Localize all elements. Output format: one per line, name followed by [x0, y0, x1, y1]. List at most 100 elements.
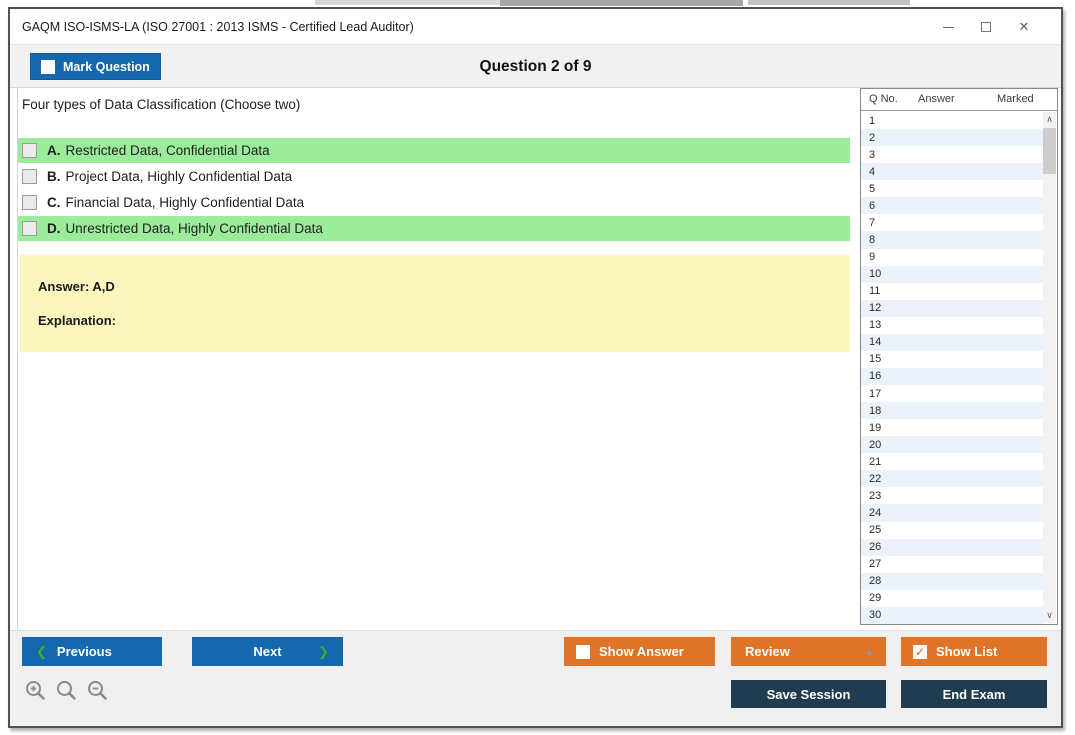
triangle-up-icon: ▲ [865, 646, 874, 657]
background-window-edge [500, 0, 743, 6]
option-checkbox[interactable] [22, 143, 37, 158]
question-list-row[interactable]: 18 [861, 402, 1043, 420]
option-a[interactable]: A. Restricted Data, Confidential Data [18, 138, 850, 163]
maximize-button[interactable] [967, 9, 1005, 45]
show-answer-checkbox[interactable] [576, 644, 590, 659]
review-label: Review [745, 644, 790, 659]
question-number: 30 [869, 609, 882, 622]
zoom-reset-icon[interactable] [55, 679, 79, 703]
footer-bar: ❮ Previous Next ❯ Show Answer Review ▲ ✓… [10, 630, 1061, 726]
question-list-row[interactable]: 22 [861, 470, 1043, 488]
zoom-in-icon[interactable] [24, 679, 48, 703]
next-button[interactable]: Next ❯ [192, 637, 343, 666]
question-list-row[interactable]: 28 [861, 572, 1043, 590]
scroll-thumb[interactable] [1043, 128, 1056, 174]
background-window-edge [748, 0, 910, 5]
question-number: 18 [869, 404, 882, 417]
question-number: 13 [869, 319, 882, 332]
zoom-controls [24, 679, 110, 703]
question-list-row[interactable]: 7 [861, 214, 1043, 232]
check-icon: ✓ [914, 644, 926, 659]
question-list-row[interactable]: 6 [861, 197, 1043, 215]
question-list-row[interactable]: 14 [861, 333, 1043, 351]
question-list-row[interactable]: 5 [861, 180, 1043, 198]
option-d[interactable]: D. Unrestricted Data, Highly Confidential… [18, 216, 850, 241]
question-number: 27 [869, 558, 882, 571]
question-list-row[interactable]: 4 [861, 163, 1043, 181]
question-list-row[interactable]: 13 [861, 316, 1043, 334]
column-answer: Answer [918, 93, 955, 105]
show-answer-button[interactable]: Show Answer [564, 637, 715, 666]
question-list-row[interactable]: 10 [861, 265, 1043, 283]
window-title: GAQM ISO-ISMS-LA (ISO 27001 : 2013 ISMS … [22, 20, 414, 34]
question-number: 8 [869, 233, 876, 246]
question-list-row[interactable]: 20 [861, 436, 1043, 454]
option-text: Project Data, Highly Confidential Data [65, 169, 293, 184]
question-list-row[interactable]: 30 [861, 606, 1043, 624]
column-marked: Marked [997, 93, 1034, 105]
minimize-button[interactable] [929, 9, 967, 45]
mark-question-button[interactable]: Mark Question [30, 53, 161, 80]
maximize-icon [981, 22, 991, 32]
option-checkbox[interactable] [22, 195, 37, 210]
review-button[interactable]: Review ▲ [731, 637, 886, 666]
question-list-row[interactable]: 12 [861, 299, 1043, 317]
option-letter: A. [47, 143, 61, 158]
show-list-checkbox[interactable]: ✓ [913, 644, 927, 659]
question-list-row[interactable]: 16 [861, 367, 1043, 385]
show-list-button[interactable]: ✓ Show List [901, 637, 1047, 666]
scroll-up-icon[interactable]: ∧ [1043, 112, 1056, 127]
question-list-row[interactable]: 8 [861, 231, 1043, 249]
question-list-header: Q No. Answer Marked [861, 89, 1057, 111]
app-window: GAQM ISO-ISMS-LA (ISO 27001 : 2013 ISMS … [8, 7, 1063, 728]
question-list-row[interactable]: 27 [861, 555, 1043, 573]
question-number: 7 [869, 216, 876, 229]
question-number: 23 [869, 489, 882, 502]
question-text: Four types of Data Classification (Choos… [22, 97, 301, 112]
explanation-label: Explanation: [38, 313, 117, 328]
option-checkbox[interactable] [22, 221, 37, 236]
question-list-row[interactable]: 17 [861, 385, 1043, 403]
mark-question-checkbox[interactable] [41, 59, 55, 74]
scroll-down-icon[interactable]: ∨ [1043, 608, 1056, 623]
question-list-row[interactable]: 1 [861, 112, 1043, 130]
save-session-button[interactable]: Save Session [731, 680, 886, 708]
column-qno: Q No. [869, 93, 898, 105]
question-list-row[interactable]: 23 [861, 487, 1043, 505]
question-list-row[interactable]: 15 [861, 350, 1043, 368]
question-list-row[interactable]: 9 [861, 248, 1043, 266]
question-list-row[interactable]: 11 [861, 282, 1043, 300]
previous-button[interactable]: ❮ Previous [22, 637, 162, 666]
option-checkbox[interactable] [22, 169, 37, 184]
question-number: 3 [869, 148, 876, 161]
option-text: Unrestricted Data, Highly Confidential D… [65, 221, 323, 236]
show-list-label: Show List [936, 644, 998, 659]
question-number: 9 [869, 251, 876, 264]
question-list-row[interactable]: 24 [861, 504, 1043, 522]
question-list-row[interactable]: 19 [861, 419, 1043, 437]
option-c[interactable]: C. Financial Data, Highly Confidential Da… [18, 190, 850, 215]
close-icon: ✕ [1018, 19, 1030, 34]
background-window-edge [315, 0, 500, 5]
question-list: 1 2 3 4 5 6 7 8 9 10 11 12 13 14 15 16 17 18 19 20 21 22 23 24 2… [861, 112, 1043, 624]
next-label: Next [253, 644, 282, 659]
zoom-out-icon[interactable] [86, 679, 110, 703]
question-number: 5 [869, 182, 876, 195]
question-list-row[interactable]: 21 [861, 453, 1043, 471]
question-number: 2 [869, 131, 876, 144]
question-number: 29 [869, 592, 882, 605]
window-controls: ✕ [929, 9, 1043, 45]
mark-question-label: Mark Question [63, 59, 150, 74]
list-scrollbar[interactable]: ∧ ∨ [1043, 112, 1056, 623]
question-list-row[interactable]: 25 [861, 521, 1043, 539]
question-number: 17 [869, 387, 882, 400]
option-text: Restricted Data, Confidential Data [65, 143, 270, 158]
question-list-row[interactable]: 26 [861, 538, 1043, 556]
question-number: 6 [869, 199, 876, 212]
option-b[interactable]: B. Project Data, Highly Confidential Data [18, 164, 850, 189]
question-list-row[interactable]: 3 [861, 146, 1043, 164]
question-list-row[interactable]: 29 [861, 589, 1043, 607]
question-list-row[interactable]: 2 [861, 129, 1043, 147]
end-exam-button[interactable]: End Exam [901, 680, 1047, 708]
close-button[interactable]: ✕ [1005, 9, 1043, 45]
